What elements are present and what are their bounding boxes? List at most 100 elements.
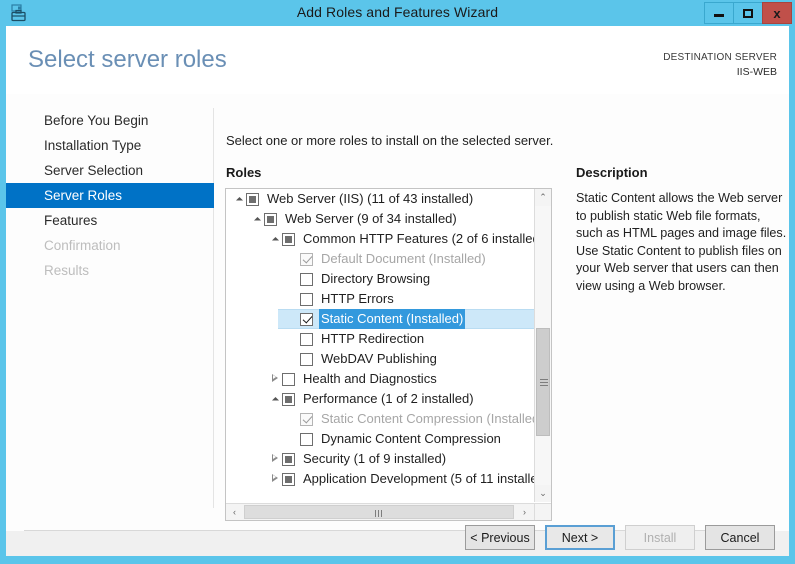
tree-row-label: Health and Diagnostics xyxy=(303,371,437,386)
sidebar-item-label: Installation Type xyxy=(44,138,142,153)
vertical-scroll-track[interactable] xyxy=(535,206,551,485)
role-checkbox[interactable] xyxy=(282,372,295,386)
tree-row[interactable]: Web Server (9 of 34 installed) xyxy=(226,209,534,229)
next-button[interactable]: Next > xyxy=(545,525,615,550)
scroll-down-icon[interactable]: ⌄ xyxy=(535,485,551,502)
role-checkbox[interactable] xyxy=(282,452,295,466)
sidebar-item-label: Confirmation xyxy=(44,238,121,253)
roles-tree-viewport: Web Server (IIS) (11 of 43 installed) Web… xyxy=(226,189,534,502)
scroll-grip-icon xyxy=(375,510,383,517)
wizard-steps-sidebar: Before You Begin Installation Type Server … xyxy=(6,108,214,283)
description-text: Static Content allows the Web server to … xyxy=(576,191,787,293)
role-checkbox[interactable] xyxy=(300,292,313,306)
tree-row[interactable]: Directory Browsing xyxy=(226,269,534,289)
tree-row-label: Web Server (IIS) (11 of 43 installed) xyxy=(267,191,474,206)
sidebar-item-server-selection[interactable]: Server Selection xyxy=(6,158,214,183)
tree-row-label: Static Content Compression (Installed) xyxy=(321,411,534,426)
maximize-button[interactable] xyxy=(733,2,763,24)
vertical-scrollbar[interactable]: ⌃ ⌄ xyxy=(534,189,551,502)
instruction-text: Select one or more roles to install on t… xyxy=(226,133,554,148)
sidebar-item-results: Results xyxy=(6,258,214,283)
sidebar-item-before-you-begin[interactable]: Before You Begin xyxy=(6,108,214,133)
expander-open-icon[interactable] xyxy=(268,389,282,409)
tree-row[interactable]: HTTP Errors xyxy=(226,289,534,309)
previous-button[interactable]: < Previous xyxy=(465,525,535,550)
window-controls: x xyxy=(704,2,792,24)
sidebar-item-features[interactable]: Features xyxy=(6,208,214,233)
description-label: Description xyxy=(576,165,648,180)
tree-row[interactable]: Default Document (Installed) xyxy=(226,249,534,269)
sidebar-item-installation-type[interactable]: Installation Type xyxy=(6,133,214,158)
tree-row-label: HTTP Errors xyxy=(321,291,394,306)
tree-row[interactable]: Application Development (5 of 11 install… xyxy=(226,469,534,489)
scroll-left-icon[interactable]: ‹ xyxy=(226,504,243,520)
scroll-up-icon[interactable]: ⌃ xyxy=(535,189,551,206)
role-checkbox[interactable] xyxy=(264,212,277,226)
role-checkbox xyxy=(300,252,313,266)
tree-row[interactable]: Static Content (Installed) xyxy=(226,309,534,329)
install-button: Install xyxy=(625,525,695,550)
roles-tree-listbox[interactable]: Web Server (IIS) (11 of 43 installed) Web… xyxy=(225,188,552,521)
role-checkbox[interactable] xyxy=(300,352,313,366)
role-checkbox[interactable] xyxy=(300,272,313,286)
footer-bar: < Previous Next > Install Cancel xyxy=(6,525,789,556)
role-checkbox[interactable] xyxy=(300,312,313,326)
tree-row[interactable]: Health and Diagnostics xyxy=(226,369,534,389)
wizard-window: Add Roles and Features Wizard x Select s… xyxy=(0,0,795,564)
tree-row[interactable]: HTTP Redirection xyxy=(226,329,534,349)
tree-row[interactable]: WebDAV Publishing xyxy=(226,349,534,369)
tree-row-label: Web Server (9 of 34 installed) xyxy=(285,211,457,226)
role-checkbox xyxy=(300,412,313,426)
scroll-right-icon[interactable]: › xyxy=(516,504,533,520)
tree-row-label: Static Content (Installed) xyxy=(319,309,466,329)
client-area: Select server roles DESTINATION SERVER I… xyxy=(6,26,789,556)
sidebar-item-label: Results xyxy=(44,263,90,278)
tree-row[interactable]: Performance (1 of 2 installed) xyxy=(226,389,534,409)
button-label: Install xyxy=(643,530,677,545)
tree-row-label: Common HTTP Features (2 of 6 installed) xyxy=(303,231,534,246)
sidebar-item-label: Server Roles xyxy=(44,188,123,203)
window-title: Add Roles and Features Wizard xyxy=(296,4,499,20)
role-checkbox[interactable] xyxy=(300,332,313,346)
role-checkbox[interactable] xyxy=(246,192,259,206)
vertical-scroll-thumb[interactable] xyxy=(536,328,550,436)
tree-row-label: Dynamic Content Compression xyxy=(321,431,501,446)
footer-buttons: < Previous Next > Install Cancel xyxy=(465,525,775,550)
minimize-button[interactable] xyxy=(704,2,734,24)
expander-open-icon[interactable] xyxy=(268,229,282,249)
horizontal-scroll-thumb[interactable] xyxy=(244,505,514,519)
destination-server-value: IIS-WEB xyxy=(736,66,777,78)
sidebar-item-server-roles[interactable]: Server Roles xyxy=(6,183,214,208)
role-checkbox[interactable] xyxy=(282,392,295,406)
cancel-button[interactable]: Cancel xyxy=(705,525,775,550)
tree-row-label: Performance (1 of 2 installed) xyxy=(303,391,474,406)
tree-row[interactable]: Static Content Compression (Installed) xyxy=(226,409,534,429)
tree-row-label: HTTP Redirection xyxy=(321,331,425,346)
expander-open-icon[interactable] xyxy=(232,189,246,209)
tree-row-label: Security (1 of 9 installed) xyxy=(303,451,447,466)
tree-row[interactable]: Security (1 of 9 installed) xyxy=(226,449,534,469)
expander-closed-icon[interactable] xyxy=(268,369,282,389)
destination-server-label: DESTINATION SERVER xyxy=(663,52,777,63)
close-button[interactable]: x xyxy=(762,2,792,24)
role-checkbox[interactable] xyxy=(282,232,295,246)
sidebar-item-label: Features xyxy=(44,213,98,228)
button-label: Cancel xyxy=(720,530,760,545)
role-checkbox[interactable] xyxy=(300,432,313,446)
tree-row-label: Default Document (Installed) xyxy=(321,251,486,266)
expander-open-icon[interactable] xyxy=(250,209,264,229)
expander-closed-icon[interactable] xyxy=(268,469,282,489)
role-checkbox[interactable] xyxy=(282,472,295,486)
tree-row[interactable]: Common HTTP Features (2 of 6 installed) xyxy=(226,229,534,249)
horizontal-scrollbar[interactable]: ‹ › xyxy=(226,503,551,520)
scrollbar-corner xyxy=(534,503,551,520)
tree-row-label: Application Development (5 of 11 install… xyxy=(303,471,534,486)
destination-server-block: DESTINATION SERVER IIS-WEB xyxy=(663,51,777,79)
tree-row[interactable]: Web Server (IIS) (11 of 43 installed) xyxy=(226,189,534,209)
sidebar-item-label: Before You Begin xyxy=(44,113,149,128)
button-label: < Previous xyxy=(470,530,530,545)
page-header: Select server roles DESTINATION SERVER I… xyxy=(6,26,789,94)
expander-closed-icon[interactable] xyxy=(268,449,282,469)
sidebar-item-label: Server Selection xyxy=(44,163,144,178)
tree-row[interactable]: Dynamic Content Compression xyxy=(226,429,534,449)
